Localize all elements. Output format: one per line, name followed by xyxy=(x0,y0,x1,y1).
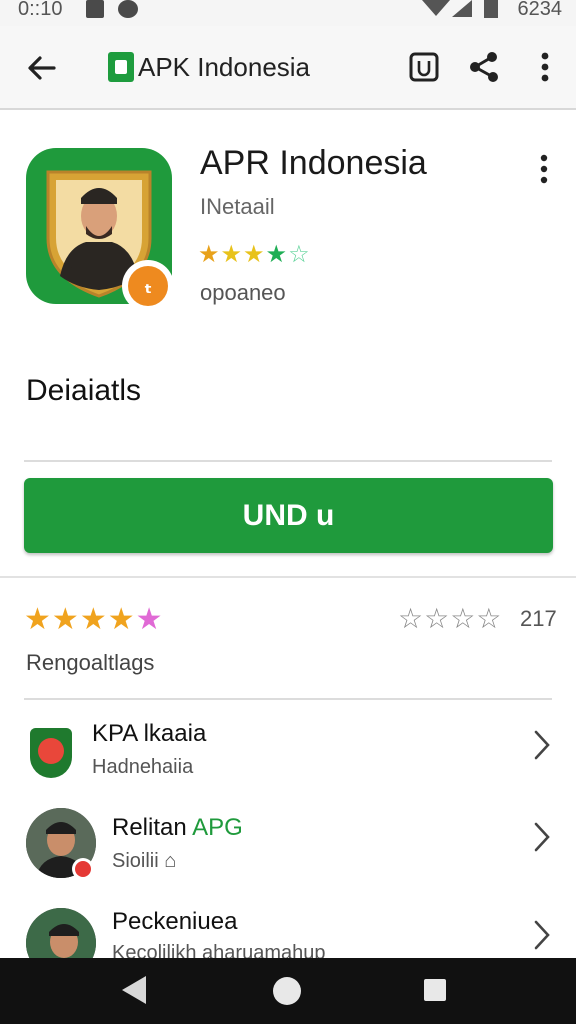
list-item-subtitle: Hadnehaiia xyxy=(92,756,194,778)
app-more-vert-icon[interactable] xyxy=(530,152,558,186)
status-time: 0::10 xyxy=(18,0,63,20)
app-bar-title: APK Indonesia xyxy=(138,51,311,82)
apk-logo-icon xyxy=(108,52,134,82)
app-star-rating: ★★★★☆ xyxy=(198,240,311,269)
star-icon: ★ xyxy=(265,241,289,268)
avatar-icon xyxy=(26,908,96,958)
install-button[interactable]: UND u xyxy=(24,478,553,553)
more-vert-icon[interactable] xyxy=(528,50,562,84)
sync-icon xyxy=(118,0,138,18)
ratings-label: Rengoaltlags xyxy=(26,650,155,675)
list-item-title: Peckeniuea xyxy=(112,908,238,935)
list-item[interactable]: Peckeniuea Kecolilikh aharuamahup xyxy=(0,900,576,958)
app-bar: APK Indonesia xyxy=(0,26,576,110)
rate-stars-input[interactable]: ☆☆☆☆ xyxy=(398,602,502,635)
star-icon: ☆ xyxy=(288,241,311,268)
star-icon: ★ xyxy=(135,603,164,636)
list-item[interactable]: KPA lkaaia Hadnehaiia xyxy=(0,710,576,800)
divider xyxy=(24,460,552,462)
nav-recents-icon[interactable] xyxy=(424,979,446,1001)
app-badge: ₜ xyxy=(122,260,174,312)
shield-app-icon xyxy=(30,728,72,778)
developer-name[interactable]: INetaail xyxy=(200,194,275,220)
list-item-title: Relitan APG xyxy=(112,814,243,841)
star-icon: ★ xyxy=(220,241,244,268)
list-item[interactable]: Relitan APG Sioilii ⌂ xyxy=(0,802,576,892)
star-icon: ★ xyxy=(243,241,266,268)
nav-back-icon[interactable] xyxy=(122,976,146,1004)
star-icon: ★ xyxy=(79,603,108,636)
notification-icon xyxy=(86,0,104,18)
divider xyxy=(0,576,576,578)
nav-home-icon[interactable] xyxy=(273,977,301,1005)
back-arrow-icon[interactable] xyxy=(22,48,62,88)
rating-count: 217 xyxy=(520,606,557,631)
share-icon[interactable] xyxy=(467,50,501,84)
download-count: opoanео xyxy=(200,280,286,305)
avatar-badge xyxy=(72,858,94,880)
chevron-right-icon xyxy=(534,730,550,760)
list-item-subtitle: Kecolilikh aharuamahup xyxy=(112,942,326,958)
list-item-title: KPA lkaaia xyxy=(92,720,207,747)
section-title: Deiaiatls xyxy=(26,374,142,407)
rating-stars: ★★★★★ xyxy=(24,602,164,637)
star-icon: ★ xyxy=(24,603,52,636)
status-bar: 0::10 6234 xyxy=(0,0,576,26)
badge-icon: ₜ xyxy=(128,266,168,306)
signal-icon xyxy=(452,0,472,17)
chevron-right-icon xyxy=(534,822,550,852)
star-icon: ★ xyxy=(107,603,136,636)
system-nav-bar xyxy=(0,958,576,1024)
square-icon[interactable] xyxy=(407,50,441,84)
divider xyxy=(24,698,552,700)
list-item-subtitle: Sioilii ⌂ xyxy=(112,850,177,872)
app-bar-title-group: APK Indonesia xyxy=(108,50,310,84)
chevron-right-icon xyxy=(534,920,550,950)
app-name: APR Indonesia xyxy=(200,144,427,182)
star-icon: ★ xyxy=(198,241,221,268)
star-icon: ★ xyxy=(51,603,80,636)
battery-icon xyxy=(484,0,498,18)
status-clock: 6234 xyxy=(517,0,563,20)
wifi-icon xyxy=(422,0,450,16)
